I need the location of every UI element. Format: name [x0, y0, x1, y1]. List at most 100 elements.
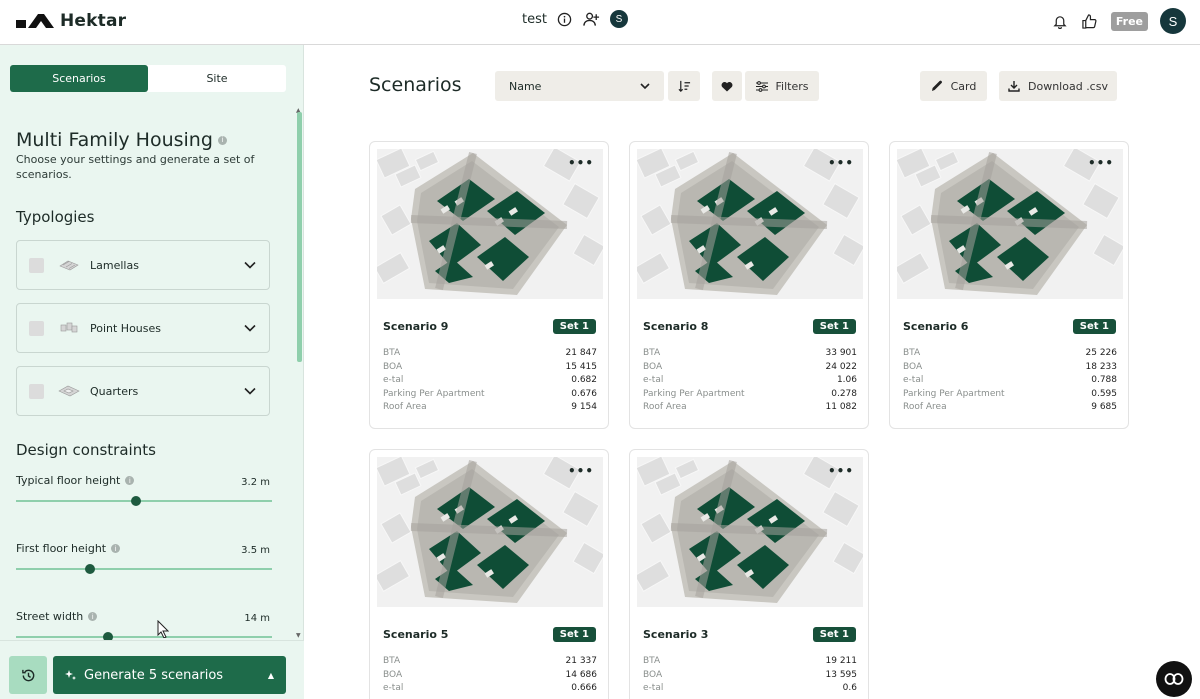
- scroll-down-arrow[interactable]: ▼: [296, 632, 301, 639]
- typology-lamellas[interactable]: Lamellas: [16, 240, 270, 290]
- sort-select[interactable]: Name: [495, 71, 664, 101]
- scenario-card[interactable]: ••• Scenario 8 Set 1 BTA 33 901 BOA 24 02…: [629, 141, 869, 429]
- stat-value: 0.278: [831, 388, 857, 399]
- sidebar: Scenarios Site ▲ ▼ Multi Family Housing …: [0, 45, 304, 699]
- slider-label: Typical floor height i: [16, 474, 135, 487]
- download-icon: [1008, 81, 1020, 92]
- typology-checkbox[interactable]: [29, 320, 44, 336]
- chevron-down-icon: [640, 83, 650, 90]
- chevron-down-icon[interactable]: [243, 258, 257, 272]
- info-icon[interactable]: i: [217, 135, 227, 145]
- stat-row: BTA 33 901: [643, 347, 857, 361]
- stat-value: 0.682: [571, 375, 597, 385]
- scenario-thumbnail[interactable]: [637, 149, 863, 299]
- stat-value: 0.6: [842, 683, 857, 693]
- stat-key: BOA: [643, 361, 663, 372]
- stat-value: 9 154: [571, 402, 597, 412]
- more-options-icon[interactable]: •••: [568, 156, 594, 170]
- user-avatar[interactable]: S: [1160, 8, 1186, 34]
- scenario-thumbnail-map: [377, 149, 603, 299]
- scenario-card[interactable]: ••• Scenario 3 Set 1 BTA 19 211 BOA 13 59…: [629, 449, 869, 699]
- chevron-down-icon[interactable]: [243, 384, 257, 398]
- info-icon[interactable]: i: [88, 612, 98, 621]
- program-title-text: Multi Family Housing: [16, 129, 213, 151]
- thumbs-up-icon[interactable]: [1081, 12, 1099, 30]
- scenario-thumbnail[interactable]: [377, 457, 603, 607]
- stat-row: Roof Area 11 082: [643, 401, 857, 415]
- scenario-thumbnail[interactable]: [637, 457, 863, 607]
- sidebar-scrollbar[interactable]: [297, 112, 302, 362]
- filter-icon: [755, 80, 768, 92]
- slider-handle[interactable]: [85, 564, 96, 574]
- typology-quarters[interactable]: Quarters: [16, 366, 270, 416]
- sort-order-button[interactable]: [668, 71, 700, 101]
- point-houses-icon: [60, 322, 78, 333]
- chat-button[interactable]: [1156, 661, 1192, 697]
- info-icon[interactable]: i: [125, 476, 135, 485]
- caret-up-icon[interactable]: ▲: [268, 671, 274, 680]
- scenario-card[interactable]: ••• Scenario 6 Set 1 BTA 25 226 BOA 18 23…: [889, 141, 1129, 429]
- typical-floor-height-slider[interactable]: [16, 496, 272, 506]
- add-user-icon[interactable]: [583, 10, 601, 28]
- download-csv-button[interactable]: Download .csv: [999, 71, 1117, 101]
- typology-checkbox[interactable]: [29, 383, 44, 399]
- more-options-icon[interactable]: •••: [828, 464, 854, 478]
- bell-icon[interactable]: [1051, 12, 1069, 30]
- slider-value: 3.5 m: [241, 545, 270, 556]
- stat-value: 1.06: [836, 375, 857, 385]
- scenario-name: Scenario 6: [903, 320, 969, 333]
- stat-key: Roof Area: [643, 402, 687, 412]
- stat-row: e-tal 0.682: [383, 374, 597, 388]
- plan-badge[interactable]: Free: [1110, 11, 1148, 31]
- stat-row: BTA 25 226: [903, 347, 1117, 361]
- stat-value: 18 233: [1085, 361, 1118, 372]
- project-name[interactable]: test: [522, 12, 547, 27]
- download-label: Download .csv: [1028, 79, 1108, 93]
- more-options-icon[interactable]: •••: [568, 464, 594, 478]
- stat-row: BOA 13 595: [643, 669, 857, 683]
- tab-scenarios[interactable]: Scenarios: [10, 65, 148, 92]
- typology-point-houses[interactable]: Point Houses: [16, 303, 270, 353]
- stat-key: BOA: [383, 669, 403, 680]
- stat-key: BOA: [383, 361, 403, 372]
- stat-value: 0.595: [1091, 388, 1117, 399]
- more-options-icon[interactable]: •••: [1088, 156, 1114, 170]
- pencil-icon: [931, 80, 942, 91]
- info-icon[interactable]: i: [111, 544, 121, 553]
- generate-scenarios-button[interactable]: Generate 5 scenarios ▲: [53, 656, 286, 694]
- chevron-down-icon[interactable]: [243, 321, 257, 335]
- street-width-slider[interactable]: [16, 632, 272, 642]
- scenario-card[interactable]: ••• Scenario 5 Set 1 BTA 21 337 BOA 14 68…: [369, 449, 609, 699]
- info-icon[interactable]: [556, 10, 574, 28]
- more-options-icon[interactable]: •••: [828, 156, 854, 170]
- favorites-button[interactable]: [712, 71, 742, 101]
- history-button[interactable]: [9, 656, 47, 694]
- chat-icon: [1164, 673, 1184, 685]
- program-title: Multi Family Housing i: [16, 129, 227, 151]
- stat-key: Roof Area: [383, 402, 427, 412]
- scenario-thumbnail[interactable]: [377, 149, 603, 299]
- stat-key: e-tal: [903, 375, 924, 385]
- collaborator-avatar[interactable]: S: [609, 10, 628, 28]
- scenario-thumbnail[interactable]: [897, 149, 1123, 299]
- typology-label: Lamellas: [90, 258, 139, 272]
- slider-handle[interactable]: [131, 496, 142, 506]
- slider-label-text: Typical floor height: [16, 474, 121, 487]
- card-edit-button[interactable]: Card: [920, 71, 987, 101]
- project-header: test S: [522, 10, 628, 28]
- stat-row: Parking Per Apartment 0.595: [903, 388, 1117, 402]
- logo[interactable]: Hektar: [16, 11, 126, 31]
- history-icon: [21, 669, 34, 681]
- scenario-card[interactable]: ••• Scenario 9 Set 1 BTA 21 847 BOA 15 41…: [369, 141, 609, 429]
- stat-value: 33 901: [825, 348, 858, 358]
- stat-row: BTA 21 847: [383, 347, 597, 361]
- first-floor-height-slider[interactable]: [16, 564, 272, 574]
- filters-label: Filters: [775, 79, 809, 93]
- top-bar: Hektar test S Free S: [0, 0, 1200, 45]
- tab-site[interactable]: Site: [148, 65, 286, 92]
- filters-button[interactable]: Filters: [745, 71, 819, 101]
- set-badge: Set 1: [1072, 319, 1116, 334]
- typology-checkbox[interactable]: [29, 257, 44, 273]
- stat-value: 13 595: [825, 669, 858, 680]
- stat-row: Parking Per Apartment 0.676: [383, 388, 597, 402]
